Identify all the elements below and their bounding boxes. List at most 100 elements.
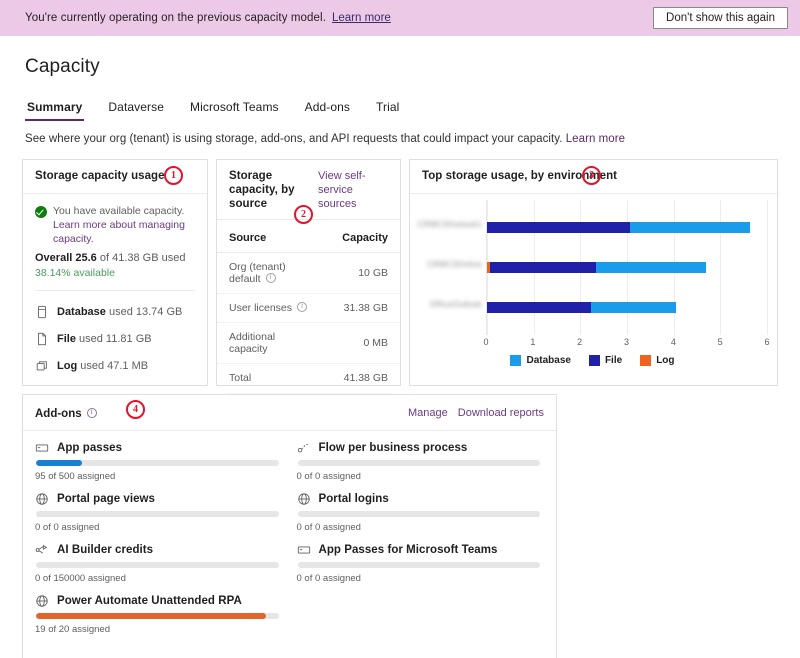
managing-capacity-link[interactable]: Learn more about managing capacity. [53,219,185,245]
banner-learn-more-link[interactable]: Learn more [332,12,391,24]
card-body: CRMC3Outlook1 CRMC3Online OfficeOutlook 0 1… [410,194,777,366]
storage-capacity-by-source-card: Storage capacity, by source View self-se… [216,159,401,406]
storage-breakdown-list: Database used 13.74 GB File used 11.81 G… [35,291,195,379]
chart-bar-segment-database[interactable] [596,262,707,273]
tab-bar: Summary Dataverse Microsoft Teams Add-on… [25,98,778,121]
legend-label: Database [526,355,571,366]
summary-cards-row: Storage capacity usage 1 You have availa… [22,159,778,406]
addon-assigned-text: 0 of 0 assigned [296,522,361,533]
addon-name: Portal logins [318,493,389,505]
addon-assigned-text: 95 of 500 assigned [35,471,116,482]
addon-name: App passes [57,442,123,454]
addon-name: Portal page views [57,493,155,505]
dont-show-this-again-button[interactable]: Don't show this again [653,7,788,29]
tab-summary[interactable]: Summary [25,98,85,121]
capacity-cell: 31.38 GB [308,293,400,323]
tab-trial[interactable]: Trial [374,98,401,121]
table-row: Additional capacity 0 MB [217,322,400,364]
view-self-service-sources-link[interactable]: View self-service sources [318,169,390,211]
top-storage-usage-by-environment-card: Top storage usage, by environment 3 CRMC… [409,159,778,386]
table-row: User licenses 31.38 GB [217,293,400,323]
addon-progress-fill [36,613,267,619]
chart-x-axis: 0 1 2 3 4 5 6 [483,335,769,351]
info-icon[interactable] [86,407,97,418]
available-percent: 38.14% available [35,267,115,279]
chart-bar-segment-file[interactable] [489,262,597,273]
page-subtitle-text: See where your org (tenant) is using sto… [25,133,563,145]
add-ons-title-group: Add-ons [35,404,97,422]
chart-bar-segment-file[interactable] [487,302,591,313]
addon-progress-bar [36,511,279,517]
legend-swatch [640,355,652,366]
chart-x-tick: 2 [577,337,583,347]
source-cell: Org (tenant) default [217,252,309,294]
addon-item-portal-page-views: Portal page views 0 of 0 assigned [35,492,279,535]
addon-progress-bar [297,562,540,568]
chart-x-tick: 1 [530,337,536,347]
addon-header: Portal logins [297,492,541,506]
legend-item-database[interactable]: Database [510,355,571,366]
chart-x-tick: 0 [483,337,489,347]
chart-gridline [767,200,768,335]
chart-bar-row[interactable] [487,222,767,233]
table-row: Org (tenant) default 10 GB [217,252,400,294]
chart-bar-segment-database[interactable] [629,222,751,233]
legend-item-log[interactable]: Log [640,355,675,366]
annotation-badge-1: 1 [164,166,183,185]
portal-icon [297,492,311,506]
app-passes-icon [297,543,311,557]
chart-y-label: CRMC3Online [427,260,482,269]
addon-name: Flow per business process [318,442,468,454]
legend-label: Log [656,355,675,366]
stacked-bar-chart: CRMC3Outlook1 CRMC3Online OfficeOutlook [418,200,768,335]
ai-builder-icon [35,543,49,557]
storage-item-log: Log used 47.1 MB [35,352,195,379]
add-ons-card: Add-ons Manage Download reports 4 App pa… [22,394,557,658]
previous-capacity-model-banner: You're currently operating on the previo… [0,0,800,36]
addon-progress-bar [36,562,279,568]
tab-add-ons[interactable]: Add-ons [303,98,352,121]
overall-label: Overall [35,252,73,264]
chart-y-label: OfficeOutlook [429,300,482,309]
addon-progress-bar [297,511,540,517]
addon-header: Power Automate Unattended RPA [35,594,279,608]
card-title: Storage capacity usage [35,170,165,182]
addon-progress-fill [36,460,83,466]
card-body: Source Capacity Org (tenant) default 10 … [217,220,400,412]
source-cell: Additional capacity [217,322,309,364]
add-ons-grid: App passes 95 of 500 assigned Flow per bus… [23,431,556,658]
storage-item-label: File used 11.81 GB [57,332,152,345]
app-passes-icon [35,441,49,455]
chart-plot-area [486,200,768,335]
legend-item-file[interactable]: File [588,355,622,366]
addon-item-power-automate-unattended-rpa: Power Automate Unattended RPA 19 of 20 as… [35,594,279,637]
addon-assigned-text: 0 of 0 assigned [35,522,100,533]
addon-header: Flow per business process [297,441,541,455]
addon-item-ai-builder-credits: AI Builder credits 0 of 150000 assigned [35,543,279,586]
addon-name: Power Automate Unattended RPA [57,595,242,607]
success-check-icon [35,206,47,218]
chart-x-tick: 3 [623,337,630,347]
addon-item-app-passes-for-microsoft-teams: App Passes for Microsoft Teams 0 of 0 ass… [296,543,541,586]
addon-header: App Passes for Microsoft Teams [297,543,541,557]
capacity-status: You have available capacity. Learn more … [35,204,195,246]
portal-icon [35,594,49,608]
addon-assigned-text: 0 of 0 assigned [296,573,361,584]
tab-microsoft-teams[interactable]: Microsoft Teams [188,98,281,121]
banner-message: You're currently operating on the previo… [25,12,326,24]
page-subtitle-learn-more-link[interactable]: Learn more [566,133,625,145]
download-reports-link[interactable]: Download reports [458,407,544,419]
manage-link[interactable]: Manage [408,407,448,419]
tab-dataverse[interactable]: Dataverse [106,98,166,121]
info-icon[interactable] [297,301,308,312]
table-row: Total 41.38 GB [217,364,400,393]
legend-swatch [510,355,522,366]
overall-usage-line: Overall 25.6 of 41.38 GB used [35,251,195,265]
addon-item-app-passes: App passes 95 of 500 assigned [35,441,279,484]
info-icon[interactable] [265,272,276,283]
chart-bar-segment-database[interactable] [590,302,676,313]
chart-bar-row[interactable] [487,302,767,313]
chart-bar-segment-file[interactable] [487,222,630,233]
source-cell: Total [229,372,252,385]
chart-bar-row[interactable] [487,262,767,273]
